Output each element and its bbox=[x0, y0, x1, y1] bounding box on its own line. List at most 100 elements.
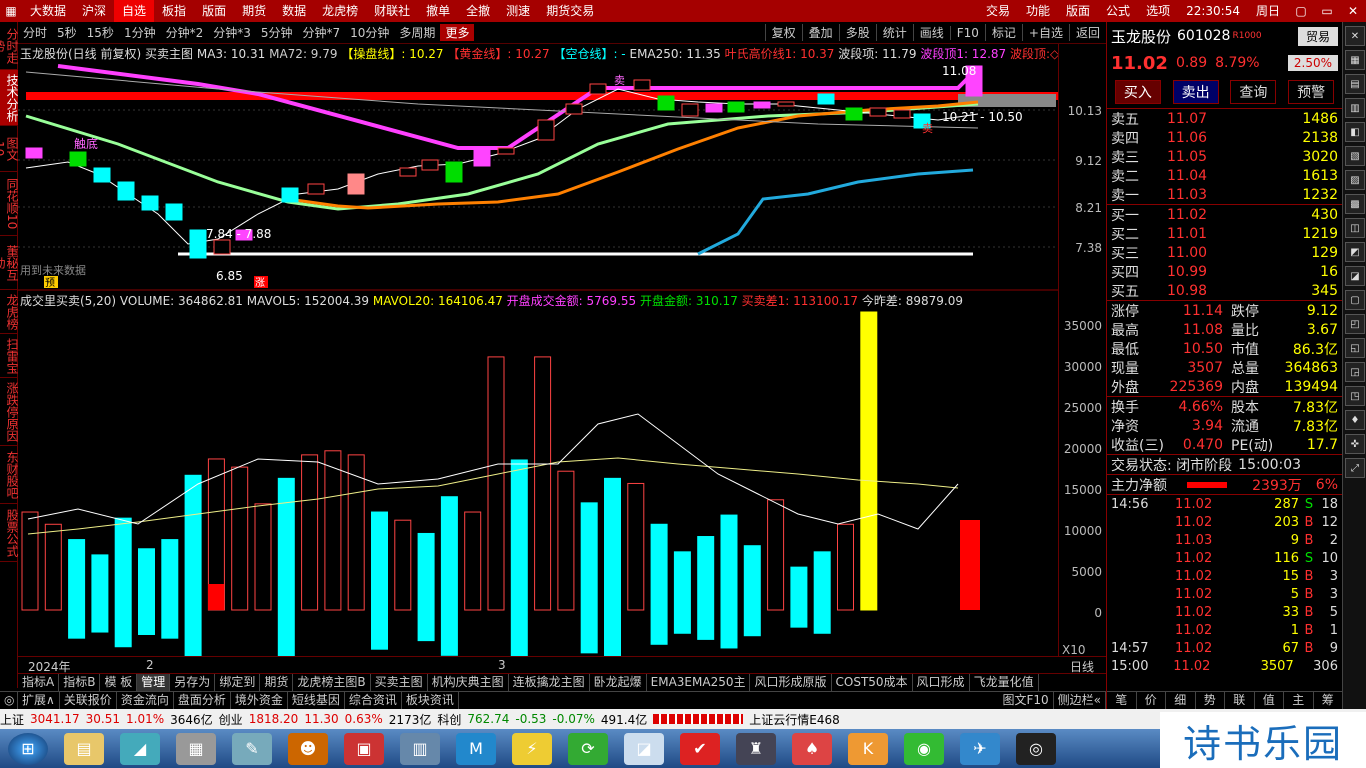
app-m-icon[interactable]: M bbox=[456, 732, 496, 765]
tool-icon[interactable]: ◩ bbox=[1345, 242, 1365, 262]
orderbook-row[interactable]: 买三 11.00 129 bbox=[1107, 243, 1342, 262]
orderbook-row[interactable]: 买四 10.99 16 bbox=[1107, 262, 1342, 281]
microscope-icon[interactable]: ♜ bbox=[736, 732, 776, 765]
sub-tab[interactable]: 境外资金 bbox=[231, 692, 288, 709]
indicator-tab[interactable]: 买卖主图 bbox=[371, 674, 428, 691]
indicator-tab[interactable]: 风口形成原版 bbox=[750, 674, 832, 691]
tool-icon[interactable]: ◰ bbox=[1345, 314, 1365, 334]
indicator-tab[interactable]: 管理 bbox=[137, 674, 171, 691]
menu-item[interactable]: 数据 bbox=[274, 0, 314, 22]
lefttab-tuwen[interactable]: 图文10 bbox=[0, 126, 19, 172]
stock-app-icon[interactable]: ✔ bbox=[680, 732, 720, 765]
vol-indicator-name[interactable]: 成交里买卖(5,20) bbox=[20, 294, 116, 308]
tool-icon[interactable]: ◪ bbox=[1345, 266, 1365, 286]
menu-item[interactable]: 板指 bbox=[154, 0, 194, 22]
detail-tab[interactable]: 主 bbox=[1284, 692, 1314, 709]
tool-icon[interactable]: ▤ bbox=[1345, 74, 1365, 94]
lefttab-gongshi[interactable]: 股票公式 bbox=[0, 504, 19, 562]
biaoji-button[interactable]: 标记 bbox=[984, 24, 1022, 41]
menu-item[interactable]: 大数据 bbox=[22, 0, 74, 22]
menu-item[interactable]: 自选 bbox=[114, 0, 155, 22]
toggle-icon[interactable]: ◎ bbox=[0, 692, 18, 709]
indicator-tab[interactable]: 机构庆典主图 bbox=[428, 674, 509, 691]
more-button[interactable]: 更多 bbox=[440, 24, 475, 41]
tool-icon[interactable]: ▢ bbox=[1345, 290, 1365, 310]
period-button[interactable]: 分钟*2 bbox=[161, 24, 209, 41]
period-button[interactable]: 分钟*7 bbox=[298, 24, 346, 41]
lefttab-longhubang[interactable]: 龙虎榜 bbox=[0, 290, 19, 334]
screenshot-icon[interactable]: ▣ bbox=[344, 732, 384, 765]
menu-item[interactable]: 龙虎榜 bbox=[314, 0, 366, 22]
lefttab-zhangdieting[interactable]: 涨跌停原因 bbox=[0, 378, 19, 446]
indicator-tab[interactable]: 龙虎榜主图B bbox=[293, 674, 371, 691]
tool-icon[interactable]: ✜ bbox=[1345, 434, 1365, 454]
menu-item[interactable]: 沪深 bbox=[74, 0, 114, 22]
detail-tab[interactable]: 势 bbox=[1196, 692, 1225, 709]
indicator-tab[interactable]: 模 板 bbox=[100, 674, 138, 691]
detail-tab[interactable]: 价 bbox=[1137, 692, 1166, 709]
wechat-icon[interactable]: ◉ bbox=[904, 732, 944, 765]
sub-tab[interactable]: 板块资讯 bbox=[402, 692, 459, 709]
tool-icon[interactable]: ▧ bbox=[1345, 146, 1365, 166]
paint-icon[interactable]: ✎ bbox=[232, 732, 272, 765]
orderbook-row[interactable]: 买一 11.02 430 bbox=[1107, 205, 1342, 224]
detail-tab[interactable]: 筹 bbox=[1314, 692, 1343, 709]
indicator-tab[interactable]: 绑定到 bbox=[215, 674, 261, 691]
tongji-button[interactable]: 统计 bbox=[875, 24, 913, 41]
tool-icon[interactable]: ▩ bbox=[1345, 194, 1365, 214]
lefttab-jishu[interactable]: 技术分析 bbox=[0, 70, 19, 126]
sell-button[interactable]: 卖出 bbox=[1172, 80, 1219, 104]
news-ticker[interactable]: 上证云行情E468 bbox=[749, 711, 840, 728]
orderbook-row[interactable]: 买五 10.98 345 bbox=[1107, 281, 1342, 300]
sub-tab[interactable]: 综合资讯 bbox=[345, 692, 402, 709]
period-button[interactable]: 15秒 bbox=[82, 24, 119, 41]
back-button[interactable]: 返回 bbox=[1068, 24, 1106, 41]
fuquan-button[interactable]: 复权 bbox=[764, 24, 802, 41]
duogu-button[interactable]: 多股 bbox=[838, 24, 876, 41]
media-icon[interactable]: ◢ bbox=[120, 732, 160, 765]
tool-icon[interactable]: ✕ bbox=[1345, 26, 1365, 46]
indicator-tab[interactable]: 连板擒龙主图 bbox=[509, 674, 590, 691]
lightning-icon[interactable]: ⚡ bbox=[512, 732, 552, 765]
detail-tab[interactable]: 笔 bbox=[1107, 692, 1137, 709]
tool-icon[interactable]: ◱ bbox=[1345, 338, 1365, 358]
bird-icon[interactable]: ✈ bbox=[960, 732, 1000, 765]
lefttab-guba[interactable]: 东财股吧 bbox=[0, 446, 19, 504]
window-icon[interactable]: ◪ bbox=[624, 732, 664, 765]
tool-icon[interactable]: ◳ bbox=[1345, 386, 1365, 406]
menu-item[interactable]: 交易 bbox=[978, 0, 1018, 22]
period-button[interactable]: 10分钟 bbox=[345, 24, 394, 41]
close-icon[interactable]: ✕ bbox=[1340, 4, 1366, 18]
explorer-icon[interactable]: ▤ bbox=[64, 732, 104, 765]
sub-tab[interactable]: 短线基因 bbox=[288, 692, 345, 709]
lefttab-tonghuashun[interactable]: 同花顺10 bbox=[0, 172, 19, 236]
orderbook-row[interactable]: 卖三 11.05 3020 bbox=[1107, 147, 1342, 166]
sh-index-label[interactable]: 上证 bbox=[0, 711, 24, 728]
tool-icon[interactable]: ♦ bbox=[1345, 410, 1365, 430]
menu-item[interactable]: 全撤 bbox=[458, 0, 498, 22]
trade-button[interactable]: 贸易 bbox=[1297, 26, 1338, 46]
tool-icon[interactable]: ◧ bbox=[1345, 122, 1365, 142]
k-app-icon[interactable]: K bbox=[848, 732, 888, 765]
indicator-tab[interactable]: 指标B bbox=[59, 674, 101, 691]
period-button[interactable]: 分时 bbox=[18, 24, 52, 41]
sub-tab[interactable]: 扩展∧ bbox=[18, 692, 60, 709]
detail-tab[interactable]: 值 bbox=[1255, 692, 1284, 709]
tool-icon[interactable]: ⤢ bbox=[1345, 458, 1365, 478]
period-button[interactable]: 5分钟 bbox=[256, 24, 298, 41]
orderbook-row[interactable]: 卖一 11.03 1232 bbox=[1107, 185, 1342, 204]
detail-tab[interactable]: 联 bbox=[1225, 692, 1255, 709]
menu-item[interactable]: 公式 bbox=[1098, 0, 1138, 22]
indicator-tab[interactable]: COST50成本 bbox=[832, 674, 913, 691]
indicator-name[interactable]: 买卖主图 bbox=[145, 47, 193, 61]
app-logo-icon[interactable]: ▦ bbox=[0, 0, 22, 22]
f10-button[interactable]: F10 bbox=[949, 25, 985, 40]
lefttab-dongmi[interactable]: 董秘互动 bbox=[0, 236, 19, 290]
menu-item[interactable]: 财联社 bbox=[366, 0, 418, 22]
calendar-icon[interactable]: ▥ bbox=[400, 732, 440, 765]
period-button[interactable]: 1分钟 bbox=[119, 24, 161, 41]
refresh-icon[interactable]: ⟳ bbox=[568, 732, 608, 765]
minimize-icon[interactable]: ▢ bbox=[1288, 4, 1314, 18]
detail-tab[interactable]: 细 bbox=[1166, 692, 1196, 709]
menu-item[interactable]: 版面 bbox=[1058, 0, 1098, 22]
